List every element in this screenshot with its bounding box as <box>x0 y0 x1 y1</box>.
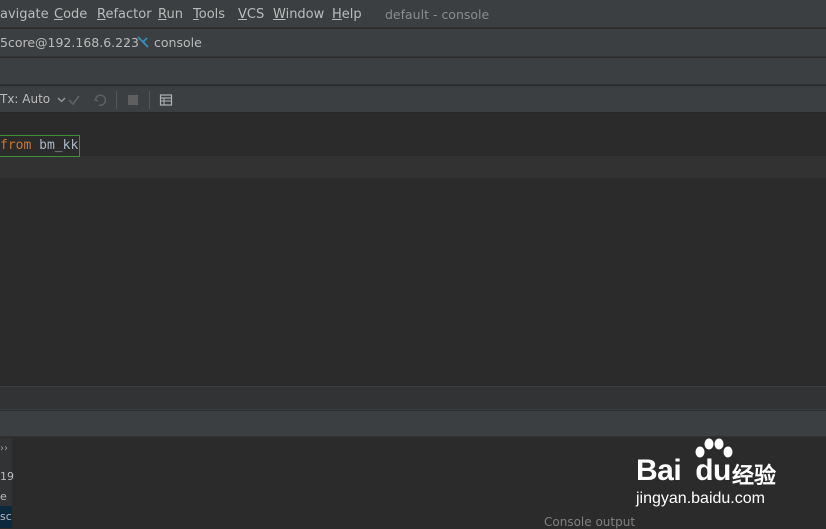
sql-identifier: bm_kk <box>39 138 79 153</box>
watermark-brand-part2: du <box>695 454 731 487</box>
console-output-label: Console output <box>544 515 636 529</box>
menu-vcs[interactable]: VCS <box>238 7 264 22</box>
watermark-brand-part1: Bai <box>636 454 682 487</box>
rollback-icon[interactable] <box>92 92 108 108</box>
tx-mode-label: Tx: Auto <box>0 92 51 106</box>
menu-navigate[interactable]: avigate <box>0 7 49 22</box>
menu-tools[interactable]: Tools <box>193 7 225 22</box>
navigation-bar: 5core@192.168.6.223 › console <box>0 29 826 57</box>
watermark-chinese: 经验 <box>732 464 777 489</box>
console-file-icon <box>135 34 151 50</box>
menu-run[interactable]: Run <box>158 7 183 22</box>
tx-mode-dropdown[interactable]: Tx: Auto <box>0 92 66 106</box>
breadcrumb-datasource[interactable]: 5core@192.168.6.223 <box>0 35 139 50</box>
expand-more-icon[interactable]: ›› <box>0 443 8 454</box>
services-tree-item-label: sc <box>0 510 12 523</box>
current-line-highlight <box>0 156 826 178</box>
sql-keyword: from <box>0 138 32 153</box>
code-line[interactable]: from bm_kk <box>0 135 81 157</box>
commit-check-icon[interactable] <box>66 92 82 108</box>
services-tree-item[interactable]: 19 <box>0 470 14 483</box>
toolbar-divider <box>116 91 117 109</box>
table-view-icon[interactable] <box>158 92 174 108</box>
menu-help[interactable]: Help <box>332 7 362 22</box>
breadcrumb-console[interactable]: console <box>154 35 202 50</box>
services-panel-header <box>0 411 826 437</box>
menu-code[interactable]: Code <box>54 7 87 22</box>
sql-editor[interactable]: from bm_kk <box>0 114 826 386</box>
services-tree-item-selected[interactable]: sc <box>0 506 12 528</box>
menu-bar: avigate Code Refactor Run Tools VCS Wind… <box>0 0 826 28</box>
menu-refactor[interactable]: Refactor <box>97 7 152 22</box>
console-toolbar: Tx: Auto <box>0 86 826 113</box>
watermark-brand: Bai du <box>636 454 731 488</box>
chevron-down-icon <box>57 97 66 103</box>
services-tree-item[interactable]: e <box>0 490 7 503</box>
menu-window[interactable]: Window <box>273 7 324 22</box>
stop-icon[interactable] <box>125 92 141 108</box>
breadcrumb-separator-icon: › <box>124 33 130 49</box>
window-title: default - console <box>385 7 490 22</box>
toolbar-divider <box>149 91 150 109</box>
editor-panel-divider <box>0 386 826 410</box>
editor-tab-strip <box>0 58 826 85</box>
watermark-url: jingyan.baidu.com <box>636 490 765 507</box>
